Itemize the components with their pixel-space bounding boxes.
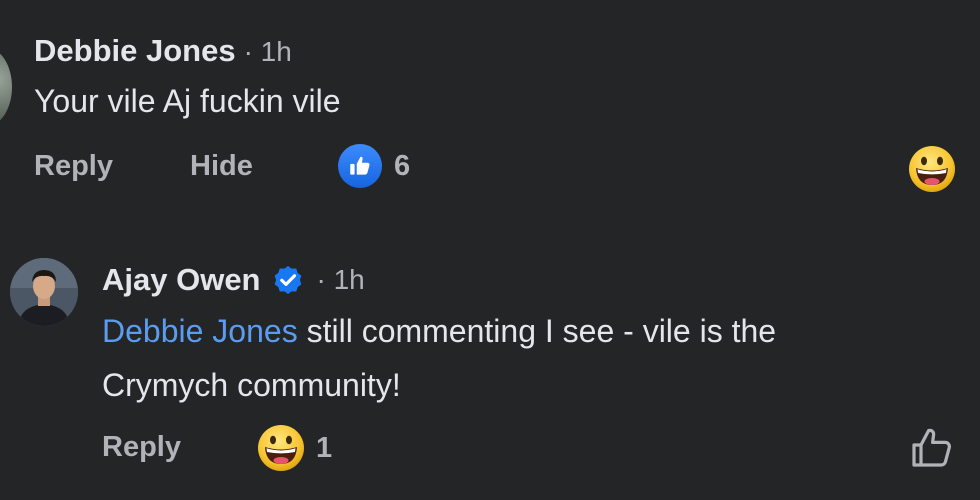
reply-text-content: still commenting I see - vile is the xyxy=(297,313,777,349)
avatar-debbie-jones[interactable] xyxy=(0,48,12,126)
grinning-face-icon[interactable] xyxy=(907,144,957,199)
verified-badge-icon xyxy=(271,263,305,297)
comment-author-name[interactable]: Debbie Jones xyxy=(34,33,236,69)
reply-button[interactable]: Reply xyxy=(34,150,113,183)
comment-header: Debbie Jones · 1h xyxy=(34,33,292,69)
reply-text-line-1: Debbie Jones still commenting I see - vi… xyxy=(102,304,776,358)
reply-text-line-2: Crymych community! xyxy=(102,367,401,403)
reaction-count: 1 xyxy=(316,431,333,464)
reaction-summary[interactable]: 1 xyxy=(256,423,332,473)
grinning-face-icon xyxy=(256,423,306,473)
reply-author-name[interactable]: Ajay Owen xyxy=(102,262,261,298)
mention-link[interactable]: Debbie Jones xyxy=(102,313,298,349)
thumbs-up-outline-icon[interactable] xyxy=(908,424,956,477)
like-count: 6 xyxy=(394,149,411,182)
comment-timestamp[interactable]: · 1h xyxy=(244,36,292,68)
reply-header: Ajay Owen · 1h xyxy=(102,262,365,298)
hide-button[interactable]: Hide xyxy=(190,150,253,183)
avatar-ajay-owen[interactable] xyxy=(10,258,78,326)
reply-button[interactable]: Reply xyxy=(102,431,181,464)
like-badge-icon xyxy=(338,144,382,188)
like-summary[interactable]: 6 xyxy=(338,144,410,188)
comment-text: Your vile Aj fuckin vile xyxy=(34,83,341,119)
reply-timestamp[interactable]: · 1h xyxy=(317,264,365,296)
